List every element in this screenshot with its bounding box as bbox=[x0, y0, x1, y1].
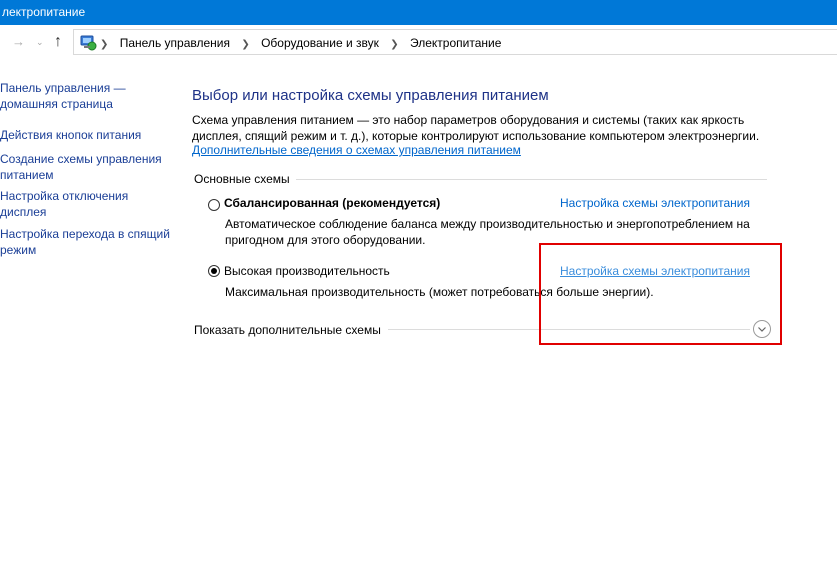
address-bar[interactable]: ❯ Панель управления ❯ Оборудование и зву… bbox=[73, 29, 837, 55]
show-more-plans-label[interactable]: Показать дополнительные схемы bbox=[194, 323, 381, 337]
sidebar-item-display-off[interactable]: Настройка отключения дисплея bbox=[0, 188, 170, 220]
more-info-link[interactable]: Дополнительные сведения о схемах управле… bbox=[192, 143, 521, 157]
sidebar-item-power-buttons[interactable]: Действия кнопок питания bbox=[0, 127, 170, 143]
window-title: лектропитание bbox=[2, 5, 86, 19]
title-bar: лектропитание bbox=[0, 0, 837, 25]
navigation-bar: → ⌄ ↑ ❯ Панель управления ❯ Оборудование… bbox=[0, 25, 837, 61]
sidebar-item-sleep[interactable]: Настройка перехода в спящий режим bbox=[0, 226, 170, 258]
group-label-preferred-plans: Основные схемы bbox=[194, 172, 290, 186]
breadcrumb-hardware-sound[interactable]: Оборудование и звук bbox=[261, 36, 379, 50]
breadcrumb-control-panel[interactable]: Панель управления bbox=[120, 36, 230, 50]
plan-name-high-performance[interactable]: Высокая производительность bbox=[224, 264, 390, 278]
chevron-down-icon[interactable]: ⌄ bbox=[36, 37, 44, 48]
highlight-box bbox=[539, 243, 782, 345]
breadcrumb-power-options[interactable]: Электропитание bbox=[410, 36, 501, 50]
sidebar-item-home[interactable]: Панель управления — домашняя страница bbox=[0, 80, 170, 112]
page-description: Схема управления питанием — это набор па… bbox=[192, 113, 760, 143]
arrow-right-icon[interactable]: → bbox=[12, 34, 25, 49]
group-divider bbox=[296, 179, 767, 180]
plan-name-balanced[interactable]: Сбалансированная (рекомендуется) bbox=[224, 196, 440, 210]
arrow-up-icon[interactable]: ↑ bbox=[54, 33, 62, 51]
sidebar-item-create-plan[interactable]: Создание схемы управления питанием bbox=[0, 151, 170, 183]
plan-settings-link-balanced[interactable]: Настройка схемы электропитания bbox=[560, 196, 750, 210]
control-panel-icon bbox=[80, 35, 97, 51]
breadcrumb: ❯ Панель управления ❯ Оборудование и зву… bbox=[100, 36, 502, 50]
page-title: Выбор или настройка схемы управления пит… bbox=[192, 87, 549, 104]
radio-high-performance[interactable] bbox=[208, 265, 220, 277]
radio-balanced[interactable] bbox=[208, 199, 220, 211]
